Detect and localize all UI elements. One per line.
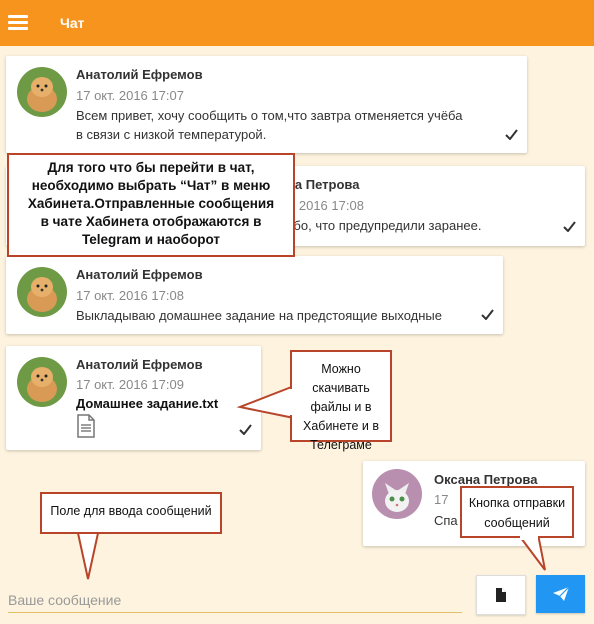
message-text: Всем привет, хочу сообщить о том,что зав… [76, 108, 463, 123]
message-time: 17 окт. 2016 17:09 [76, 377, 184, 392]
message-input[interactable] [8, 592, 462, 608]
check-icon [563, 221, 576, 232]
message-input-wrapper [8, 584, 462, 613]
file-icon[interactable] [76, 414, 96, 438]
callout-text: Поле для ввода сообщений [50, 504, 212, 518]
callout-line: Хабинета.Отправленные сообщения [27, 196, 275, 211]
callout-input: Поле для ввода сообщений [40, 492, 222, 534]
message-author: Оксана Петрова [434, 472, 538, 487]
message-card: Анатолий Ефремов 17 окт. 2016 17:09 Дома… [6, 346, 261, 450]
callout-line: в чате Хабинета отображаются в [40, 214, 262, 229]
callout-send-seam [520, 536, 538, 540]
callout-files: Можно скачивать файлы и в Хабинете и в Т… [290, 350, 392, 452]
callout-line: Телеграме [310, 438, 372, 452]
check-icon [239, 424, 252, 435]
message-text-line2: в связи с низкой температурой. [76, 127, 267, 142]
message-time: 17 [434, 492, 449, 507]
message-card: Анатолий Ефремов 17 окт. 2016 17:08 Выкл… [6, 256, 503, 334]
callout-line: Кнопка отправки [468, 496, 566, 510]
message-time: 17 окт. 2016 17:07 [76, 88, 184, 103]
page-title: Чат [60, 15, 85, 31]
message-card: Анатолий Ефремов 17 окт. 2016 17:07 Всем… [6, 56, 527, 153]
avatar-dog [17, 267, 67, 317]
message-text: Выкладываю домашнее задание на предстоящ… [76, 308, 442, 323]
callout-send: Кнопка отправки сообщений [460, 486, 574, 538]
callout-line: сообщений [484, 516, 550, 530]
callout-files-pointer [236, 384, 295, 420]
check-icon [505, 129, 518, 140]
message-text: Спа [434, 513, 458, 528]
callout-input-seam [78, 528, 98, 532]
check-icon [481, 309, 494, 320]
file-icon [496, 588, 506, 602]
callout-line: Хабинете и в [303, 419, 379, 433]
avatar-dog [17, 357, 67, 407]
app-header: Чат [0, 0, 594, 46]
paper-plane-icon [552, 586, 569, 601]
hamburger-menu-icon[interactable] [8, 15, 30, 31]
callout-files-seam [290, 389, 293, 415]
callout-line: Можно скачивать [312, 362, 370, 395]
message-time: 17 окт. 2016 17:08 [76, 288, 184, 303]
callout-instructions: Для того что бы перейти в чат, необходим… [7, 153, 295, 257]
message-author: Анатолий Ефремов [76, 267, 203, 282]
callout-line: файлы и в [310, 400, 372, 414]
message-author: Анатолий Ефремов [76, 67, 203, 82]
send-button[interactable] [536, 575, 585, 613]
callout-line: необходимо выбрать “Чат” в меню [31, 178, 271, 193]
callout-line: Для того что бы перейти в чат, [47, 160, 255, 175]
message-author: Анатолий Ефремов [76, 357, 203, 372]
attach-file-button[interactable] [476, 575, 526, 615]
file-name-link[interactable]: Домашнее задание.txt [76, 396, 218, 411]
avatar-cat [372, 469, 422, 519]
callout-line: Telegram и наоборот [81, 232, 221, 247]
avatar-dog [17, 67, 67, 117]
